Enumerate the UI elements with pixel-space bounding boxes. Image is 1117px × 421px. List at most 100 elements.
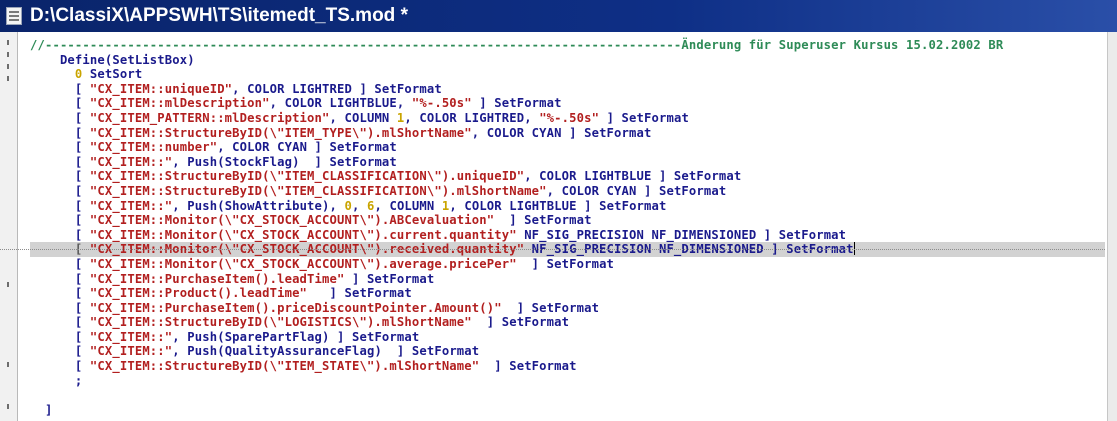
- code-line[interactable]: [ "CX_ITEM::mlDescription", COLOR LIGHTB…: [30, 96, 1105, 111]
- code-token: [: [30, 125, 90, 140]
- code-token: NF_SIG_PRECISION NF_DIMENSIONED ] SetFor…: [524, 242, 854, 257]
- code-token: "CX_ITEM::StructureByID(\"LOGISTICS\").m…: [89, 315, 472, 330]
- code-line[interactable]: [ "CX_ITEM::", Push(ShowAttribute), 0, 6…: [30, 199, 1105, 214]
- code-token: ] SetFormat: [344, 271, 435, 286]
- code-line[interactable]: [30, 388, 1105, 403]
- code-token: , COLOR CYAN ] SetFormat: [217, 140, 397, 155]
- code-token: , Push(QualityAssuranceFlag) ] SetFormat: [172, 344, 480, 359]
- code-line[interactable]: [ "CX_ITEM::StructureByID(\"ITEM_STATE\"…: [30, 359, 1105, 374]
- code-token: 0: [30, 67, 83, 82]
- code-token: "CX_ITEM::mlDescription": [89, 96, 270, 111]
- code-line[interactable]: [ "CX_ITEM::StructureByID(\"ITEM_TYPE\")…: [30, 126, 1105, 141]
- code-line[interactable]: [ "CX_ITEM::", Push(QualityAssuranceFlag…: [30, 344, 1105, 359]
- code-token: , COLOR LIGHTRED ] SetFormat: [232, 81, 442, 96]
- code-token: ] SetFormat: [471, 315, 570, 330]
- code-line[interactable]: [ "CX_ITEM::Monitor(\"CX_STOCK_ACCOUNT\"…: [30, 213, 1105, 228]
- editor-window: D:\ClassiX\APPSWH\TS\itemedt_TS.mod * //…: [0, 0, 1117, 421]
- code-token: ] SetFormat: [599, 110, 689, 125]
- code-token: [: [30, 169, 90, 184]
- code-line[interactable]: [ "CX_ITEM::number", COLOR CYAN ] SetFor…: [30, 140, 1105, 155]
- code-line[interactable]: //--------------------------------------…: [30, 38, 1105, 53]
- code-token: ] SetFormat: [471, 96, 562, 111]
- gutter-marker: [7, 404, 9, 409]
- code-token: , COLOR LIGHTBLUE ] SetFormat: [524, 169, 742, 184]
- code-token: "CX_ITEM::Monitor(\"CX_STOCK_ACCOUNT\").…: [89, 242, 525, 257]
- code-token: [: [30, 256, 90, 271]
- code-token: "CX_ITEM::Product().leadTime": [89, 286, 308, 301]
- code-token: Define(SetListBox): [30, 52, 195, 67]
- code-token: "CX_ITEM::Monitor(\"CX_STOCK_ACCOUNT\").…: [89, 213, 495, 228]
- code-line[interactable]: [ "CX_ITEM_PATTERN::mlDescription", COLU…: [30, 111, 1105, 126]
- code-line[interactable]: [ "CX_ITEM::StructureByID(\"ITEM_CLASSIF…: [30, 184, 1105, 199]
- code-token: , COLOR CYAN ] SetFormat: [546, 183, 727, 198]
- code-token: ]: [30, 402, 53, 417]
- code-token: [: [30, 344, 90, 359]
- code-token: "CX_ITEM::PurchaseItem().priceDiscountPo…: [89, 300, 502, 315]
- code-line[interactable]: ;: [30, 374, 1105, 389]
- code-token: "CX_ITEM::": [89, 198, 173, 213]
- gutter-marker: [7, 282, 9, 287]
- code-token: ] SetFormat: [501, 300, 600, 315]
- code-token: "CX_ITEM::Monitor(\"CX_STOCK_ACCOUNT\").…: [89, 256, 517, 271]
- code-token: , COLUMN: [374, 198, 442, 213]
- code-token: [: [30, 140, 90, 155]
- code-area[interactable]: //--------------------------------------…: [0, 38, 1105, 418]
- code-token: "%-.50s": [411, 96, 472, 111]
- code-token: [: [30, 329, 90, 344]
- code-token: [: [30, 154, 90, 169]
- code-line[interactable]: [ "CX_ITEM::StructureByID(\"LOGISTICS\")…: [30, 315, 1105, 330]
- code-token: , COLOR LIGHTBLUE ] SetFormat: [449, 198, 667, 213]
- code-token: ,: [352, 198, 367, 213]
- code-line[interactable]: [ "CX_ITEM::Product().leadTime" ] SetFor…: [30, 286, 1105, 301]
- code-line[interactable]: 0 SetSort: [30, 67, 1105, 82]
- line-gutter[interactable]: [0, 32, 18, 421]
- document-icon[interactable]: [6, 7, 22, 25]
- code-token: [: [30, 227, 90, 242]
- code-token: [: [30, 213, 90, 228]
- code-token: "CX_ITEM::StructureByID(\"ITEM_CLASSIFIC…: [89, 183, 547, 198]
- code-token: SetSort: [82, 67, 143, 82]
- code-line[interactable]: [ "CX_ITEM::uniqueID", COLOR LIGHTRED ] …: [30, 82, 1105, 97]
- code-line[interactable]: [ "CX_ITEM::Monitor(\"CX_STOCK_ACCOUNT\"…: [30, 228, 1105, 243]
- code-line[interactable]: Define(SetListBox): [30, 53, 1105, 68]
- code-token: ] SetFormat: [516, 256, 615, 271]
- code-token: "CX_ITEM::uniqueID": [89, 81, 233, 96]
- code-token: , COLOR CYAN ] SetFormat: [471, 125, 652, 140]
- code-line[interactable]: [ "CX_ITEM::", Push(StockFlag) ] SetForm…: [30, 155, 1105, 170]
- code-token: "CX_ITEM::": [89, 329, 173, 344]
- code-token: [: [30, 96, 90, 111]
- code-token: ] SetFormat: [307, 286, 412, 301]
- code-token: //--------------------------------------…: [30, 38, 1004, 52]
- code-editor[interactable]: //--------------------------------------…: [0, 32, 1117, 421]
- current-code-line[interactable]: [ "CX_ITEM::Monitor(\"CX_STOCK_ACCOUNT\"…: [0, 242, 1105, 257]
- code-token: [: [30, 359, 90, 374]
- code-token: "CX_ITEM::StructureByID(\"ITEM_TYPE\").m…: [89, 125, 472, 140]
- code-token: "%-.50s": [539, 110, 600, 125]
- code-token: , Push(ShowAttribute),: [172, 198, 345, 213]
- code-token: [: [30, 110, 90, 125]
- code-line[interactable]: [ "CX_ITEM::PurchaseItem().leadTime" ] S…: [30, 272, 1105, 287]
- code-token: , Push(SparePartFlag) ] SetFormat: [172, 329, 420, 344]
- code-token: "CX_ITEM::StructureByID(\"ITEM_STATE\").…: [89, 359, 480, 374]
- code-token: "CX_ITEM::Monitor(\"CX_STOCK_ACCOUNT\").…: [89, 227, 517, 242]
- code-line[interactable]: [ "CX_ITEM::StructureByID(\"ITEM_CLASSIF…: [30, 169, 1105, 184]
- gutter-marker: [7, 64, 9, 69]
- code-token: , COLUMN: [329, 110, 397, 125]
- code-token: , COLOR LIGHTRED,: [404, 110, 540, 125]
- gutter-marker: [7, 76, 9, 81]
- code-line[interactable]: [ "CX_ITEM::", Push(SparePartFlag) ] Set…: [30, 330, 1105, 345]
- code-token: NF_SIG_PRECISION NF_DIMENSIONED ] SetFor…: [516, 227, 847, 242]
- gutter-marker: [7, 40, 9, 45]
- code-token: [: [30, 315, 90, 330]
- vertical-scrollbar[interactable]: [1107, 32, 1117, 421]
- code-token: ] SetFormat: [494, 213, 592, 228]
- code-token: [: [30, 271, 90, 286]
- code-token: "CX_ITEM::PurchaseItem().leadTime": [89, 271, 345, 286]
- code-line[interactable]: [ "CX_ITEM::PurchaseItem().priceDiscount…: [30, 301, 1105, 316]
- code-line[interactable]: ]: [30, 403, 1105, 418]
- code-token: "CX_ITEM::number": [89, 140, 218, 155]
- gutter-marker: [7, 52, 9, 57]
- title-bar[interactable]: D:\ClassiX\APPSWH\TS\itemedt_TS.mod *: [0, 0, 1117, 33]
- code-line[interactable]: [ "CX_ITEM::Monitor(\"CX_STOCK_ACCOUNT\"…: [30, 257, 1105, 272]
- gutter-marker: [7, 362, 9, 367]
